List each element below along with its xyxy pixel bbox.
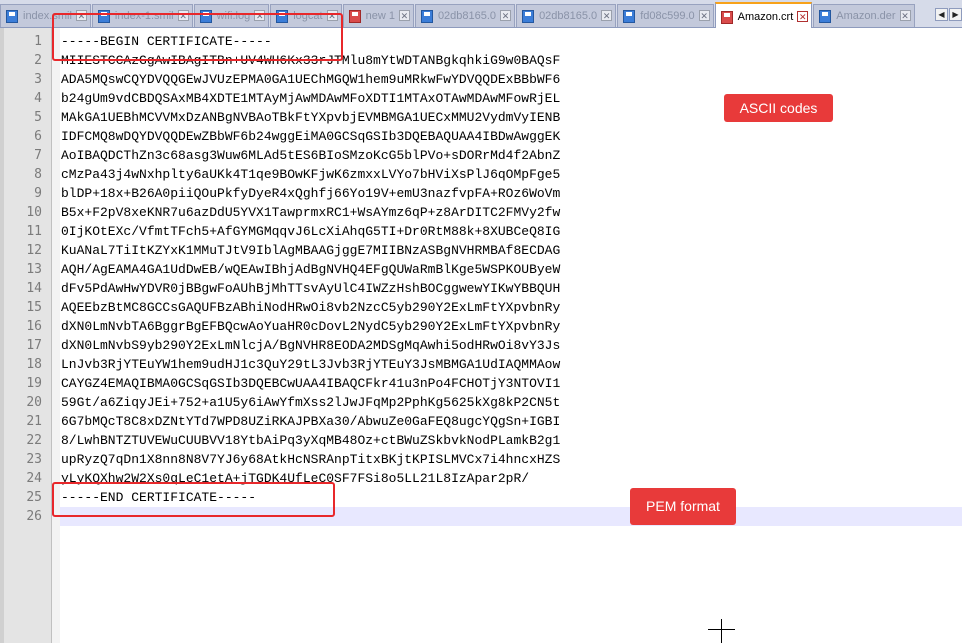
mouse-cursor-crosshair: [721, 619, 722, 643]
code-line[interactable]: AQEEbzBtMC8GCCsGAQUFBzABhiNodHRwOi8vb2Nz…: [61, 298, 560, 317]
line-number: 13: [26, 262, 42, 277]
tab-label: fd08c599.0: [640, 10, 695, 22]
tab-label: Amazon.der: [836, 10, 896, 22]
line-number: 17: [26, 338, 42, 353]
file-saved-icon: [6, 10, 18, 23]
line-number: 8: [34, 167, 42, 182]
code-line[interactable]: dXN0LmNvbTA6BggrBgEFBQcwAoYuaHR0cDovL2Ny…: [61, 317, 560, 336]
file-unsaved-icon: [720, 11, 733, 24]
line-number: 14: [26, 281, 42, 296]
line-number: 24: [26, 471, 42, 486]
line-number: 9: [34, 186, 42, 201]
code-line[interactable]: KuANaL7TiItKZYxK1MMuTJtV9IblAgMBAAGjggE7…: [61, 241, 560, 260]
line-number-gutter: 1 2 3 4 5 6 7 8 9 10 11 12 13 14 15 16 17 18 19 20 21 22 23 24 2…: [0, 28, 52, 643]
line-number: 19: [26, 376, 42, 391]
line-number: 23: [26, 452, 42, 467]
tab-label: new 1: [365, 10, 395, 22]
line-number: 11: [26, 224, 42, 239]
end-certificate-highlight-box: [52, 482, 335, 517]
code-line[interactable]: AQH/AgEAMA4GA1UdDwEB/wQEAwIBhjAdBgNVHQ4E…: [61, 260, 560, 279]
code-line[interactable]: 59Gt/a6ZiqyJEi+752+a1U5y6iAwYfmXss2lJwJF…: [61, 393, 560, 412]
line-number: 6: [34, 129, 42, 144]
line-numbers: 1 2 3 4 5 6 7 8 9 10 11 12 13 14 15 16 17 18 19 20 21 22 23 24 2…: [0, 32, 42, 526]
tab-10[interactable]: Amazon.der ✕: [813, 4, 915, 27]
code-line[interactable]: 6G7bMQcT8C8xDZNtYTd7WPD8UZiRKAJPBXa30/Ab…: [61, 412, 560, 431]
file-saved-icon: [420, 10, 433, 23]
close-tab-icon[interactable]: ✕: [797, 11, 809, 22]
fold-margin: [52, 28, 60, 643]
line-number: 26: [26, 509, 42, 524]
line-number: 5: [34, 110, 42, 125]
code-line[interactable]: LnJvb3RjYTEuYW1hem9udHJ1c3QuY29tL3Jvb3Rj…: [61, 355, 560, 374]
code-line[interactable]: cMzPa43j4wNxhplty6aUKk4T1qe9BOwKFjwK6zmx…: [61, 165, 560, 184]
code-line[interactable]: 0IjKOtEXc/VfmtTFch5+AfGYMGMqqvJ6LcXiAhqG…: [61, 222, 560, 241]
code-line[interactable]: MAkGA1UEBhMCVVMxDzANBgNVBAoTBkFtYXpvbjEV…: [61, 108, 560, 127]
file-saved-icon: [623, 10, 636, 23]
ascii-codes-callout: ASCII codes: [724, 94, 833, 122]
tab-9[interactable]: Amazon.crt ✕: [714, 2, 813, 28]
line-number: 2: [34, 53, 42, 68]
line-number: 7: [34, 148, 42, 163]
code-line[interactable]: dXN0LmNvbS9yb290Y2ExLmNlcjA/BgNVHR8EODA2…: [61, 336, 560, 355]
code-line[interactable]: B5x+F2pV8xeKNR7u6azDdU5YVX1TawprmxRC1+Ws…: [61, 203, 560, 222]
line-number: 12: [26, 243, 42, 258]
close-tab-icon[interactable]: ✕: [500, 10, 512, 21]
tab-8[interactable]: fd08c599.0 ✕: [617, 4, 714, 27]
mouse-cursor-crosshair-horizontal: [708, 629, 735, 630]
pem-format-callout: PEM format: [630, 488, 736, 525]
code-line[interactable]: IDFCMQ8wDQYDVQQDEwZBbWF6b24wggEiMA0GCSqG…: [61, 127, 560, 146]
code-text[interactable]: -----BEGIN CERTIFICATE----- MIIESTCCAzGgA…: [61, 32, 560, 526]
tab-label: 02db8165.0: [437, 10, 497, 22]
code-line[interactable]: CAYGZ4EMAQIBMA0GCSqGSIb3DQEBCwUAA4IBAQCF…: [61, 374, 560, 393]
tab-scroll-left-button[interactable]: ◀: [935, 8, 948, 21]
line-number: 3: [34, 72, 42, 87]
code-line[interactable]: blDP+18x+B26A0piiQOuPkfyDyeR4xQghfj66Yo1…: [61, 184, 560, 203]
begin-certificate-highlight-box: [52, 13, 343, 61]
line-number: 25: [26, 490, 42, 505]
close-tab-icon[interactable]: ✕: [698, 10, 710, 21]
close-tab-icon[interactable]: ✕: [398, 10, 410, 21]
code-line[interactable]: b24gUm9vdCBDQSAxMB4XDTE1MTAyMjAwMDAwMFoX…: [61, 89, 560, 108]
code-line[interactable]: AoIBAQDCThZn3c68asg3Wuw6MLAd5tES6BIoSMzo…: [61, 146, 560, 165]
line-number: 16: [26, 319, 42, 334]
close-tab-icon[interactable]: ✕: [899, 10, 911, 21]
file-unsaved-icon: [348, 10, 361, 23]
line-number: 20: [26, 395, 42, 410]
tab-scroll-buttons: ◀ ▶: [934, 8, 962, 21]
code-line[interactable]: dFv5PdAwHwYDVR0jBBgwFoAUhBjMhTTsvAyUlC4I…: [61, 279, 560, 298]
line-number: 4: [34, 91, 42, 106]
line-number: 15: [26, 300, 42, 315]
tab-7[interactable]: 02db8165.0 ✕: [516, 4, 617, 27]
file-saved-icon: [819, 10, 832, 23]
line-number: 22: [26, 433, 42, 448]
line-number: 10: [26, 205, 42, 220]
tab-label: Amazon.crt: [737, 11, 794, 23]
code-line[interactable]: upRyzQ7qDn1X8nn8N8V7YJ6y68AtkHcNSRAnpTit…: [61, 450, 560, 469]
line-number: 1: [34, 34, 42, 49]
line-number: 21: [26, 414, 42, 429]
tab-6[interactable]: 02db8165.0 ✕: [414, 4, 516, 27]
tab-label: 02db8165.0: [539, 10, 598, 22]
close-tab-icon[interactable]: ✕: [601, 10, 613, 21]
tab-scroll-right-button[interactable]: ▶: [949, 8, 962, 21]
line-number: 18: [26, 357, 42, 372]
file-saved-icon: [522, 10, 535, 23]
code-line[interactable]: ADA5MQswCQYDVQQGEwJVUzEPMA0GA1UEChMGQW1h…: [61, 70, 560, 89]
code-line[interactable]: 8/LwhBNTZTUVEWuCUUBVV18YtbAiPq3yXqMB48Oz…: [61, 431, 560, 450]
tab-5[interactable]: new 1 ✕: [342, 4, 414, 27]
